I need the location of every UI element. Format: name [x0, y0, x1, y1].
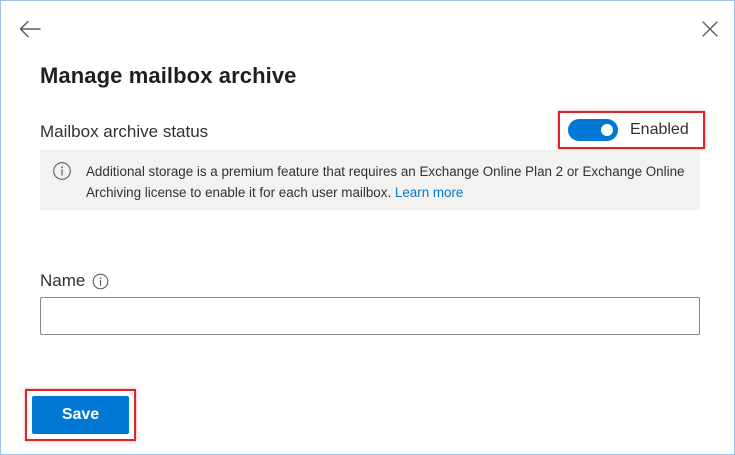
name-label-text: Name: [40, 271, 86, 290]
close-icon: [702, 21, 718, 37]
name-info-button[interactable]: [92, 273, 109, 290]
page-title: Manage mailbox archive: [40, 63, 297, 88]
toggle-knob: [601, 124, 613, 136]
learn-more-link[interactable]: Learn more: [395, 185, 463, 200]
manage-archive-panel: Manage mailbox archive Mailbox archive s…: [0, 0, 735, 455]
back-button[interactable]: [17, 18, 43, 40]
info-icon: [93, 273, 109, 289]
name-input[interactable]: [40, 297, 700, 335]
info-icon: [53, 162, 71, 180]
close-button[interactable]: [698, 18, 722, 40]
info-message-text: Additional storage is a premium feature …: [86, 164, 685, 200]
save-button-highlight: Save: [25, 389, 136, 441]
archive-status-label: Mailbox archive status: [40, 122, 209, 141]
toggle-state-text: Enabled: [630, 121, 689, 138]
archive-toggle-highlight: Enabled: [558, 111, 705, 149]
info-message: Additional storage is a premium feature …: [86, 161, 696, 210]
info-message-bar: Additional storage is a premium feature …: [40, 150, 700, 210]
arrow-left-icon: [19, 20, 41, 38]
name-field-label: Name: [40, 271, 109, 291]
archive-status-toggle[interactable]: [568, 119, 618, 141]
save-button[interactable]: Save: [32, 396, 129, 434]
